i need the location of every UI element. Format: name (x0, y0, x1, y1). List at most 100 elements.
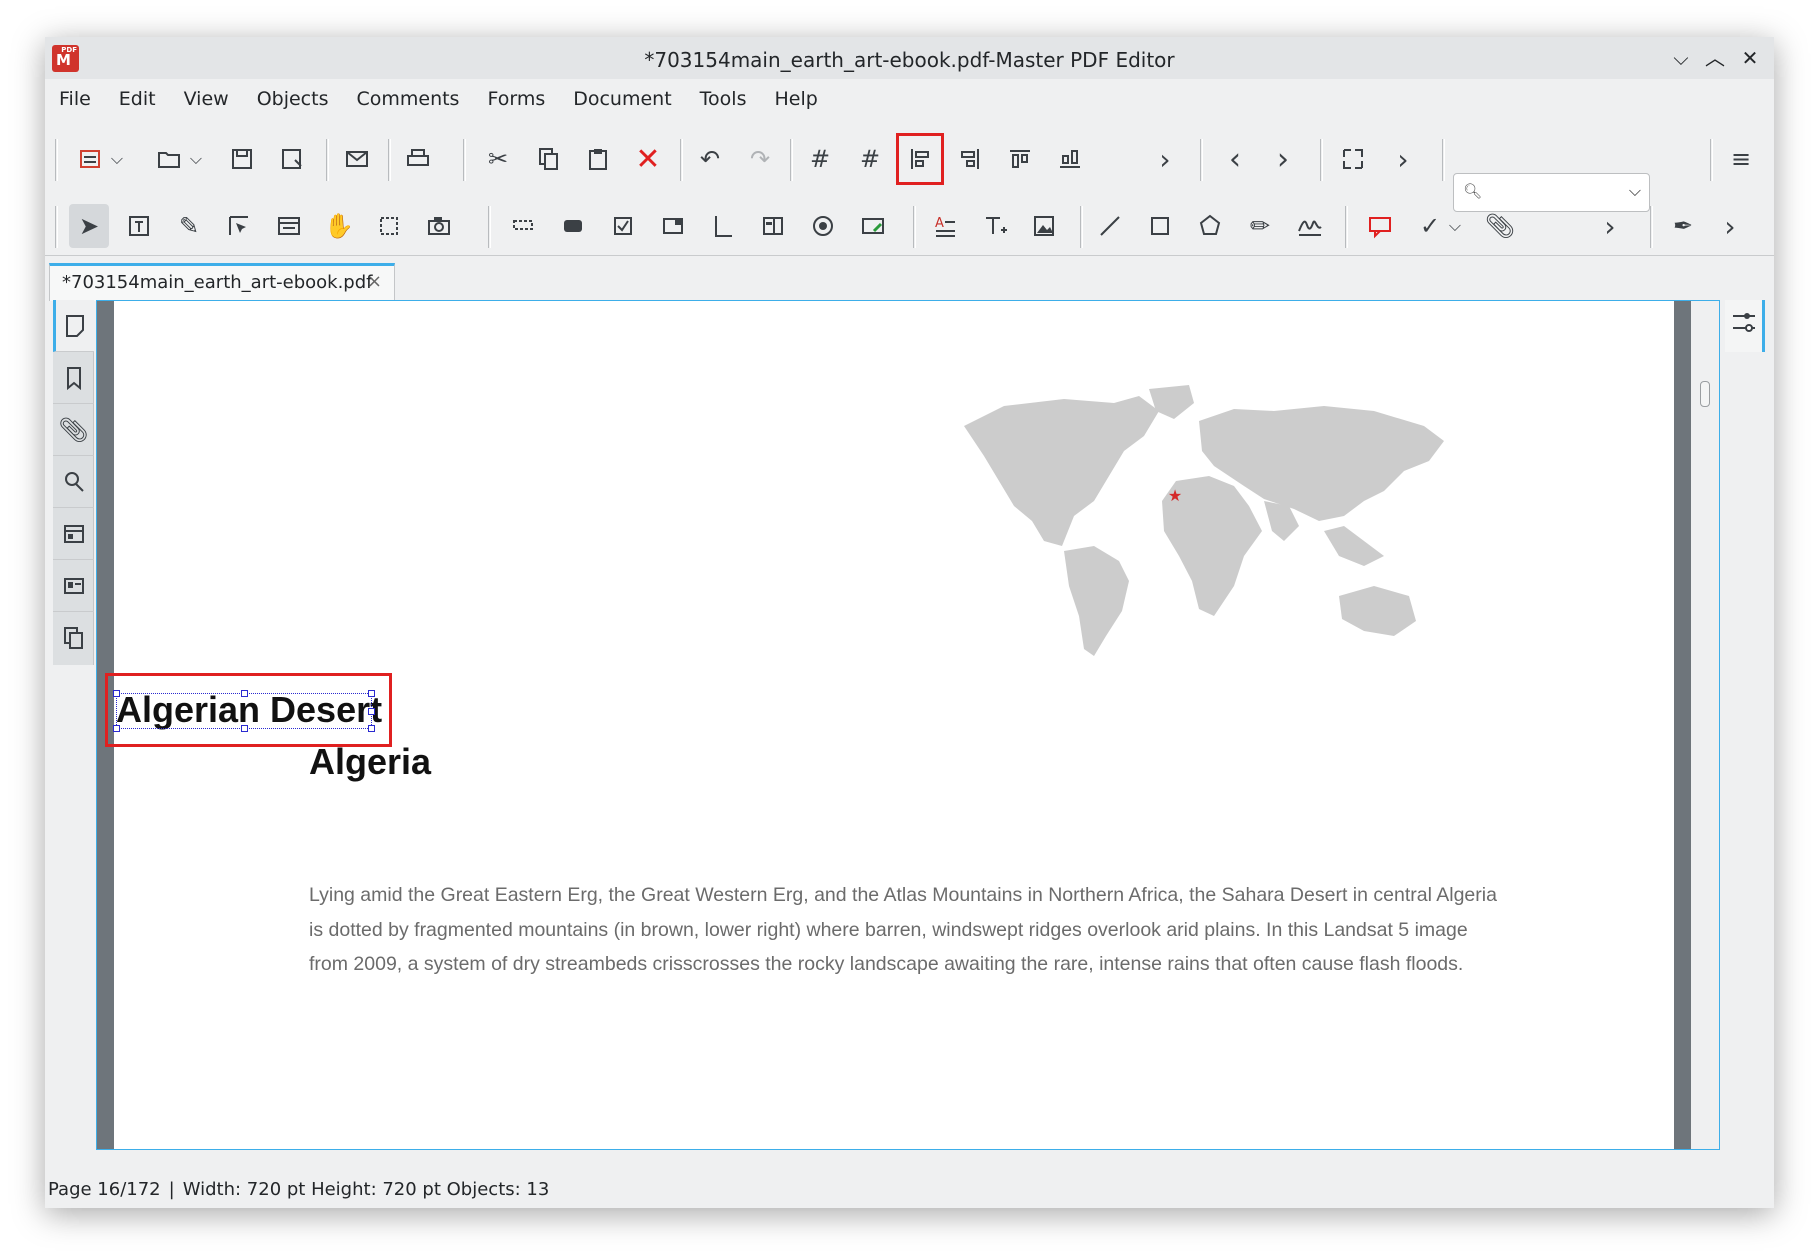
align-top-icon[interactable] (1000, 137, 1040, 181)
signature-icon[interactable] (1290, 204, 1330, 248)
close-button[interactable]: ✕ (1735, 43, 1765, 73)
layers-icon[interactable] (53, 612, 94, 664)
text-field-icon[interactable] (503, 204, 543, 248)
redo-icon[interactable]: ↷ (740, 137, 780, 181)
menu-comments[interactable]: Comments (356, 88, 459, 110)
new-document-icon[interactable] (70, 137, 110, 181)
open-folder-icon[interactable] (149, 137, 189, 181)
undo-icon[interactable]: ↶ (690, 137, 730, 181)
chevron-down-icon[interactable]: ⌵ (107, 137, 127, 181)
minimize-button[interactable]: ⌵ (1666, 43, 1696, 73)
menu-view[interactable]: View (184, 88, 229, 110)
pdf-page[interactable]: ★ Algerian Desert Algeria Lying amid the… (105, 301, 1674, 1149)
polygon-icon[interactable] (1190, 204, 1230, 248)
select-forms-icon[interactable] (219, 204, 259, 248)
select-arrow-icon[interactable]: ➤ (69, 204, 109, 248)
menu-forms[interactable]: Forms (487, 88, 545, 110)
add-text-icon[interactable]: A (925, 204, 965, 248)
scrollbar-thumb[interactable] (1700, 381, 1710, 407)
menu-objects[interactable]: Objects (257, 88, 329, 110)
edit-forms-icon[interactable] (269, 204, 309, 248)
resize-handle[interactable] (241, 725, 248, 732)
document-tab[interactable]: *703154main_earth_art-ebook.pdf × (49, 263, 395, 301)
listbox-icon[interactable] (703, 204, 743, 248)
menu-file[interactable]: File (59, 88, 91, 110)
toolbar-handle[interactable] (55, 206, 58, 248)
resize-handle[interactable] (241, 690, 248, 697)
chevron-down-icon[interactable]: ⌵ (1445, 204, 1465, 248)
page-heading-country[interactable]: Algeria (309, 741, 431, 783)
more-icon[interactable]: › (1710, 204, 1750, 248)
resize-handle[interactable] (368, 725, 375, 732)
rectangle-icon[interactable] (1140, 204, 1180, 248)
check-mark-icon[interactable]: ✓ (1410, 204, 1450, 248)
combobox-icon[interactable] (653, 204, 693, 248)
maximize-button[interactable]: ︿ (1700, 43, 1730, 73)
previous-page-icon[interactable]: ‹ (1215, 137, 1255, 181)
button-field-icon[interactable] (553, 204, 593, 248)
pencil-icon[interactable]: ✏ (1240, 204, 1280, 248)
more-icon[interactable]: › (1590, 204, 1630, 248)
list-icon[interactable] (753, 204, 793, 248)
snap-grid-icon[interactable]: # (850, 137, 890, 181)
menu-tools[interactable]: Tools (700, 88, 747, 110)
chevron-down-icon[interactable]: ⌵ (186, 137, 206, 181)
search-icon[interactable] (53, 456, 94, 508)
comment-icon[interactable] (1360, 204, 1400, 248)
menu-document[interactable]: Document (573, 88, 671, 110)
highlight-icon[interactable]: ✒ (1663, 204, 1703, 248)
next-page-icon[interactable]: › (1263, 137, 1303, 181)
resize-handle[interactable] (368, 708, 375, 715)
menu-icon[interactable]: ≡ (1721, 137, 1761, 181)
menu-help[interactable]: Help (774, 88, 817, 110)
signature-field-icon[interactable] (853, 204, 893, 248)
insert-text-icon[interactable] (975, 204, 1015, 248)
edit-object-icon[interactable]: ✎ (169, 204, 209, 248)
close-tab-icon[interactable]: × (367, 271, 382, 292)
align-right-icon[interactable] (950, 137, 990, 181)
radio-icon[interactable] (803, 204, 843, 248)
more-icon[interactable]: › (1145, 137, 1185, 181)
window-title: *703154main_earth_art-ebook.pdf-Master P… (644, 48, 1175, 72)
signatures-icon[interactable] (53, 560, 94, 612)
page-viewport[interactable]: ★ Algerian Desert Algeria Lying amid the… (96, 300, 1720, 1150)
selection-box[interactable] (113, 690, 375, 732)
fit-page-icon[interactable] (1333, 137, 1373, 181)
app-window: PDF M *703154main_earth_art-ebook.pdf-Mas… (45, 37, 1774, 1208)
bookmarks-icon[interactable] (53, 352, 94, 404)
delete-icon[interactable]: ✕ (628, 137, 668, 181)
email-icon[interactable] (337, 137, 377, 181)
print-icon[interactable] (398, 137, 438, 181)
left-panel: 📎︎ (53, 300, 94, 665)
align-bottom-icon[interactable] (1050, 137, 1090, 181)
toolbar-handle[interactable] (55, 139, 58, 181)
crop-icon[interactable] (369, 204, 409, 248)
forms-icon[interactable] (53, 508, 94, 560)
checkbox-icon[interactable] (603, 204, 643, 248)
page-thumbnails-icon[interactable] (53, 300, 94, 352)
resize-handle[interactable] (113, 690, 120, 697)
cut-icon[interactable]: ✂ (478, 137, 518, 181)
line-icon[interactable] (1090, 204, 1130, 248)
insert-image-icon[interactable] (1025, 204, 1065, 248)
copy-icon[interactable] (528, 137, 568, 181)
menu-edit[interactable]: Edit (119, 88, 156, 110)
text-edit-icon[interactable] (119, 204, 159, 248)
vertical-scrollbar[interactable] (1691, 301, 1719, 1149)
align-left-icon[interactable] (896, 133, 944, 185)
title-bar[interactable]: PDF M *703154main_earth_art-ebook.pdf-Mas… (45, 37, 1774, 79)
properties-panel-toggle[interactable] (1725, 300, 1765, 352)
document-area: *703154main_earth_art-ebook.pdf × 📎︎ ★ A… (45, 255, 1774, 1150)
attachment-icon[interactable]: 📎︎ (1480, 204, 1520, 248)
more-icon[interactable]: › (1383, 137, 1423, 181)
attachments-icon[interactable]: 📎︎ (53, 404, 94, 456)
save-as-icon[interactable] (272, 137, 312, 181)
snapshot-icon[interactable] (419, 204, 459, 248)
grid-icon[interactable]: # (800, 137, 840, 181)
resize-handle[interactable] (113, 725, 120, 732)
resize-handle[interactable] (368, 690, 375, 697)
hand-icon[interactable]: ✋ (319, 204, 359, 248)
page-body-text[interactable]: Lying amid the Great Eastern Erg, the Gr… (309, 878, 1499, 982)
paste-icon[interactable] (578, 137, 618, 181)
save-icon[interactable] (222, 137, 262, 181)
